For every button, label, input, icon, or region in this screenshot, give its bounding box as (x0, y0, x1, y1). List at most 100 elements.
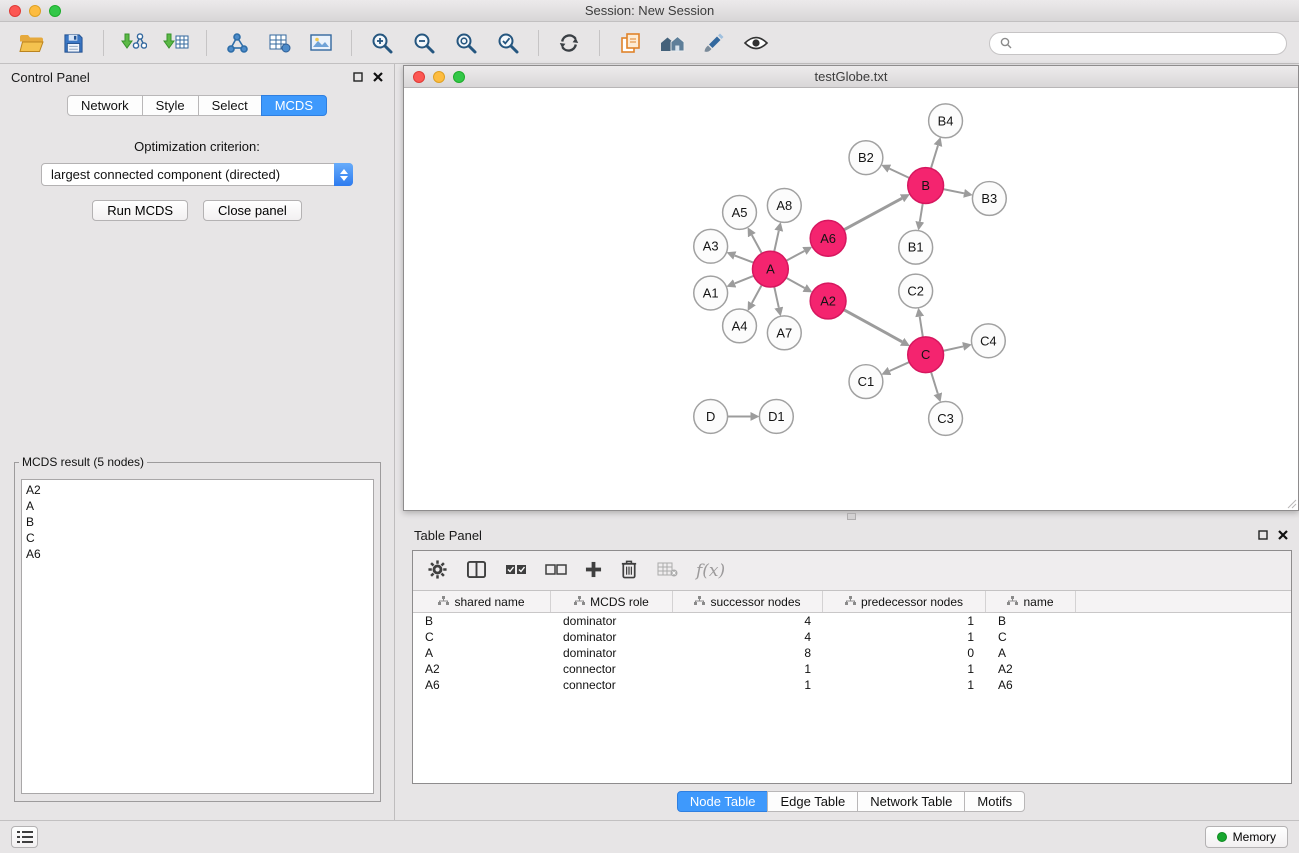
select-all-button[interactable] (505, 561, 527, 580)
table-row[interactable]: Bdominator41B (413, 613, 1291, 629)
edge-A-A6[interactable] (786, 251, 804, 261)
edge-A6-B[interactable] (844, 198, 902, 229)
edge-A-A8[interactable] (774, 231, 779, 252)
panel-selector-button[interactable] (11, 826, 38, 848)
node-C4[interactable]: C4 (971, 324, 1005, 358)
show-columns-button[interactable] (466, 560, 487, 582)
node-C1[interactable]: C1 (849, 365, 883, 399)
tab-motifs[interactable]: Motifs (964, 791, 1025, 812)
save-session-button[interactable] (54, 26, 92, 60)
table-row[interactable]: Adominator80A (413, 645, 1291, 661)
export-table-button[interactable] (260, 26, 298, 60)
node-B1[interactable]: B1 (899, 230, 933, 264)
mcds-result-item[interactable]: C (26, 530, 369, 546)
edge-B-B2[interactable] (889, 169, 909, 178)
column-header-predecessor-nodes[interactable]: predecessor nodes (823, 591, 986, 612)
edge-B-B1[interactable] (920, 203, 923, 221)
column-header-name[interactable]: name (986, 591, 1076, 612)
mcds-result-item[interactable]: A2 (26, 482, 369, 498)
zoom-out-button[interactable] (405, 26, 443, 60)
node-C3[interactable]: C3 (929, 402, 963, 436)
node-D1[interactable]: D1 (759, 400, 793, 434)
zoom-in-button[interactable] (363, 26, 401, 60)
mcds-result-item[interactable]: A (26, 498, 369, 514)
minimize-window-button[interactable] (29, 5, 41, 17)
float-panel-icon[interactable] (353, 72, 363, 82)
mcds-result-item[interactable]: B (26, 514, 369, 530)
node-C2[interactable]: C2 (899, 274, 933, 308)
network-window-minimize-button[interactable] (433, 71, 445, 83)
apply-style-button[interactable] (695, 26, 733, 60)
node-B2[interactable]: B2 (849, 141, 883, 175)
close-panel-button[interactable]: Close panel (203, 200, 302, 221)
node-A2[interactable]: A2 (810, 283, 846, 319)
column-header-successor-nodes[interactable]: successor nodes (673, 591, 823, 612)
export-image-button[interactable] (302, 26, 340, 60)
show-network-overview-button[interactable] (653, 26, 691, 60)
delete-column-button[interactable] (620, 559, 638, 582)
apply-layout-button[interactable] (550, 26, 588, 60)
zoom-window-button[interactable] (49, 5, 61, 17)
edge-A-A3[interactable] (735, 256, 754, 263)
edge-A-A4[interactable] (752, 285, 762, 303)
criterion-dropdown[interactable]: largest connected component (directed) (41, 163, 353, 186)
panel-splitter[interactable] (403, 512, 1299, 521)
resize-grip-icon[interactable] (1287, 499, 1297, 509)
node-A8[interactable]: A8 (767, 189, 801, 223)
column-header-shared-name[interactable]: shared name (413, 591, 551, 612)
node-A3[interactable]: A3 (694, 229, 728, 263)
tab-style[interactable]: Style (142, 95, 199, 116)
node-A4[interactable]: A4 (723, 309, 757, 343)
close-panel-icon[interactable] (373, 72, 383, 82)
tab-edge-table[interactable]: Edge Table (767, 791, 858, 812)
edge-A-A7[interactable] (774, 287, 779, 308)
node-B[interactable]: B (908, 168, 944, 204)
edge-C-C4[interactable] (943, 346, 963, 350)
edge-A-A2[interactable] (786, 278, 805, 288)
tab-network-table[interactable]: Network Table (857, 791, 965, 812)
open-session-button[interactable] (12, 26, 50, 60)
node-D[interactable]: D (694, 400, 728, 434)
import-table-button[interactable] (157, 26, 195, 60)
network-window-close-button[interactable] (413, 71, 425, 83)
edge-C-C1[interactable] (890, 362, 910, 371)
table-settings-button[interactable] (427, 559, 448, 583)
edge-C-C2[interactable] (920, 317, 923, 337)
tab-select[interactable]: Select (198, 95, 262, 116)
network-window-zoom-button[interactable] (453, 71, 465, 83)
table-row[interactable]: A2connector11A2 (413, 661, 1291, 677)
node-A1[interactable]: A1 (694, 276, 728, 310)
float-panel-icon[interactable] (1258, 530, 1268, 540)
tab-network[interactable]: Network (67, 95, 143, 116)
node-A7[interactable]: A7 (767, 316, 801, 350)
node-B4[interactable]: B4 (929, 104, 963, 138)
add-column-button[interactable] (585, 561, 602, 581)
mcds-result-list[interactable]: A2ABCA6 (21, 479, 374, 794)
column-header-MCDS-role[interactable]: MCDS role (551, 591, 673, 612)
import-network-button[interactable] (115, 26, 153, 60)
table-row[interactable]: Cdominator41C (413, 629, 1291, 645)
node-B3[interactable]: B3 (972, 182, 1006, 216)
mcds-result-item[interactable]: A6 (26, 546, 369, 562)
node-C[interactable]: C (908, 337, 944, 373)
edge-A2-C[interactable] (844, 310, 902, 342)
toggle-visibility-button[interactable] (737, 26, 775, 60)
edge-A-A1[interactable] (735, 276, 754, 284)
table-row[interactable]: A6connector11A6 (413, 677, 1291, 693)
node-A5[interactable]: A5 (723, 195, 757, 229)
zoom-selected-button[interactable] (489, 26, 527, 60)
tab-mcds[interactable]: MCDS (261, 95, 327, 116)
edge-C-C3[interactable] (931, 372, 938, 394)
node-A[interactable]: A (752, 251, 788, 287)
network-canvas[interactable]: B4B2BB3A5A8A6B1A3AC2A1A2A4A7C4CC1C3DD1 (404, 89, 1298, 510)
clone-network-button[interactable] (611, 26, 649, 60)
edge-B-B4[interactable] (931, 146, 938, 169)
search-input[interactable] (1018, 36, 1276, 50)
run-mcds-button[interactable]: Run MCDS (92, 200, 188, 221)
new-network-button[interactable] (218, 26, 256, 60)
tab-node-table[interactable]: Node Table (677, 791, 769, 812)
memory-button[interactable]: Memory (1205, 826, 1288, 848)
edge-A-A5[interactable] (752, 235, 762, 253)
close-window-button[interactable] (9, 5, 21, 17)
unselect-all-button[interactable] (545, 561, 567, 580)
